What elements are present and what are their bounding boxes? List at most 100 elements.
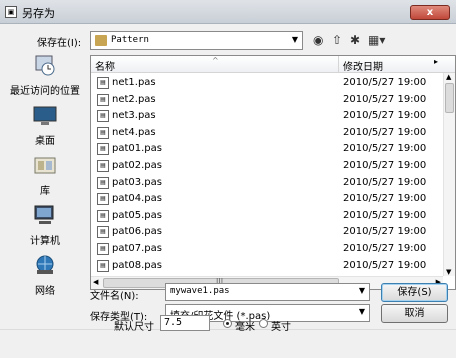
file-date: 2010/5/27 19:00	[343, 93, 427, 105]
up-folder-icon[interactable]: ⇧	[332, 33, 342, 47]
vertical-scroll-thumb[interactable]	[445, 83, 454, 113]
pas-file-icon: ▤	[97, 226, 109, 239]
file-date: 2010/5/27 19:00	[343, 143, 427, 155]
unit-mm-radio[interactable]	[223, 319, 232, 328]
file-row[interactable]: ▤ pat02.pas 2010/5/27 19:00	[91, 158, 443, 175]
file-date: 2010/5/27 19:00	[343, 259, 427, 271]
view-menu-icon[interactable]: ▦▾	[368, 33, 385, 47]
file-rows: ▤ net1.pas 2010/5/27 19:00 ▤ net2.pas 2010/5/…	[91, 75, 443, 276]
default-size-input[interactable]: 7.5	[160, 315, 210, 331]
folder-icon	[95, 35, 107, 46]
pas-file-icon: ▤	[97, 242, 109, 255]
file-name: pat07.pas	[112, 242, 162, 254]
place-label-network: 网络	[35, 286, 55, 297]
column-divider[interactable]	[338, 56, 339, 73]
chevron-down-icon: ▼	[358, 307, 365, 316]
file-row[interactable]: ▤ net4.pas 2010/5/27 19:00	[91, 125, 443, 142]
file-list-header: 名称 ^ 修改日期 ▸	[91, 56, 455, 73]
file-name: pat04.pas	[112, 193, 162, 205]
default-size-value: 7.5	[164, 317, 183, 328]
pas-file-icon: ▤	[97, 143, 109, 156]
unit-inch-radio[interactable]	[259, 319, 268, 328]
computer-icon	[34, 205, 54, 224]
place-label-library: 库	[40, 186, 50, 197]
file-date: 2010/5/27 19:00	[343, 209, 427, 221]
scroll-up-icon[interactable]: ▲	[446, 73, 451, 81]
unit-inch-label: 英寸	[271, 322, 291, 333]
place-label-desktop: 桌面	[35, 136, 55, 147]
file-date: 2010/5/27 19:00	[343, 242, 427, 254]
pas-file-icon: ▤	[97, 209, 109, 222]
file-row[interactable]: ▤ pat03.pas 2010/5/27 19:00	[91, 175, 443, 192]
file-name: net3.pas	[112, 110, 156, 122]
back-icon[interactable]: ◉	[313, 33, 323, 47]
place-recent[interactable]: 最近访问的位置	[5, 54, 85, 97]
file-row[interactable]: ▤ pat06.pas 2010/5/27 19:00	[91, 224, 443, 241]
column-more-icon[interactable]: ▸	[434, 57, 438, 66]
cancel-button[interactable]: 取消	[381, 304, 448, 323]
library-icon	[34, 157, 56, 174]
filename-value: mywave1.pas	[170, 286, 230, 296]
file-date: 2010/5/27 19:00	[343, 226, 427, 238]
default-size-label: 默认尺寸	[114, 322, 154, 333]
pas-file-icon: ▤	[97, 259, 109, 272]
file-row[interactable]: ▤ net1.pas 2010/5/27 19:00	[91, 75, 443, 92]
file-name: pat06.pas	[112, 226, 162, 238]
file-date: 2010/5/27 19:00	[343, 126, 427, 138]
file-name: net4.pas	[112, 126, 156, 138]
file-row[interactable]: ▤ pat08.pas 2010/5/27 19:00	[91, 258, 443, 275]
new-folder-icon[interactable]: ✱	[350, 33, 360, 47]
location-value: Pattern	[111, 35, 149, 45]
place-library[interactable]: 库	[5, 154, 85, 197]
file-name: pat05.pas	[112, 209, 162, 221]
file-row[interactable]: ▤ pat07.pas 2010/5/27 19:00	[91, 241, 443, 258]
desktop-icon	[33, 106, 57, 125]
file-row[interactable]: ▤ net2.pas 2010/5/27 19:00	[91, 92, 443, 109]
filename-label: 文件名(N):	[90, 291, 139, 302]
save-as-dialog: 保存在(I): Pattern ▼ ◉ ⇧ ✱ ▦▾ 最近访问的位置 桌面 库 …	[0, 24, 456, 358]
column-name[interactable]: 名称	[95, 58, 115, 73]
column-date[interactable]: 修改日期	[343, 58, 383, 73]
scroll-left-icon[interactable]: ◀	[93, 278, 98, 286]
file-row[interactable]: ▤ pat05.pas 2010/5/27 19:00	[91, 208, 443, 225]
pas-file-icon: ▤	[97, 126, 109, 139]
scroll-down-icon[interactable]: ▼	[446, 268, 451, 276]
save-in-label: 保存在(I):	[37, 38, 82, 49]
place-network[interactable]: 网络	[5, 254, 85, 297]
file-row[interactable]: ▤ pat04.pas 2010/5/27 19:00	[91, 191, 443, 208]
file-name: pat01.pas	[112, 143, 162, 155]
vertical-scrollbar[interactable]: ▲ ▼	[443, 73, 455, 276]
file-row[interactable]: ▤ pat01.pas 2010/5/27 19:00	[91, 141, 443, 158]
pas-file-icon: ▤	[97, 159, 109, 172]
place-label-computer: 计算机	[30, 236, 60, 247]
place-desktop[interactable]: 桌面	[5, 104, 85, 147]
file-list: 名称 ^ 修改日期 ▸ ▤ net1.pas 2010/5/27 19:00 ▤ net…	[90, 55, 456, 290]
close-button[interactable]: x	[410, 5, 450, 20]
pas-file-icon: ▤	[97, 110, 109, 123]
filename-field[interactable]: mywave1.pas ▼	[165, 283, 370, 301]
location-select[interactable]: Pattern ▼	[90, 31, 303, 50]
file-name: pat02.pas	[112, 159, 162, 171]
file-name: net1.pas	[112, 77, 156, 88]
file-name: pat03.pas	[112, 176, 162, 188]
chevron-down-icon: ▼	[358, 286, 365, 295]
recent-places-icon	[35, 55, 55, 76]
network-icon	[36, 255, 54, 274]
file-name: pat08.pas	[112, 259, 162, 271]
unit-mm-label: 毫米	[235, 322, 255, 333]
file-date: 2010/5/27 19:00	[343, 176, 427, 188]
pas-file-icon: ▤	[97, 77, 109, 89]
window-title: 另存为	[22, 7, 55, 20]
place-label-recent: 最近访问的位置	[10, 86, 80, 97]
pas-file-icon: ▤	[97, 93, 109, 106]
file-date: 2010/5/27 19:00	[343, 110, 427, 122]
file-date: 2010/5/27 19:00	[343, 77, 427, 88]
file-date: 2010/5/27 19:00	[343, 193, 427, 205]
file-row[interactable]: ▤ net3.pas 2010/5/27 19:00	[91, 108, 443, 125]
place-computer[interactable]: 计算机	[5, 204, 85, 247]
save-button[interactable]: 保存(S)	[381, 283, 448, 302]
sort-ascending-icon: ^	[212, 56, 219, 65]
pas-file-icon: ▤	[97, 193, 109, 206]
pas-file-icon: ▤	[97, 176, 109, 189]
file-date: 2010/5/27 19:00	[343, 159, 427, 171]
